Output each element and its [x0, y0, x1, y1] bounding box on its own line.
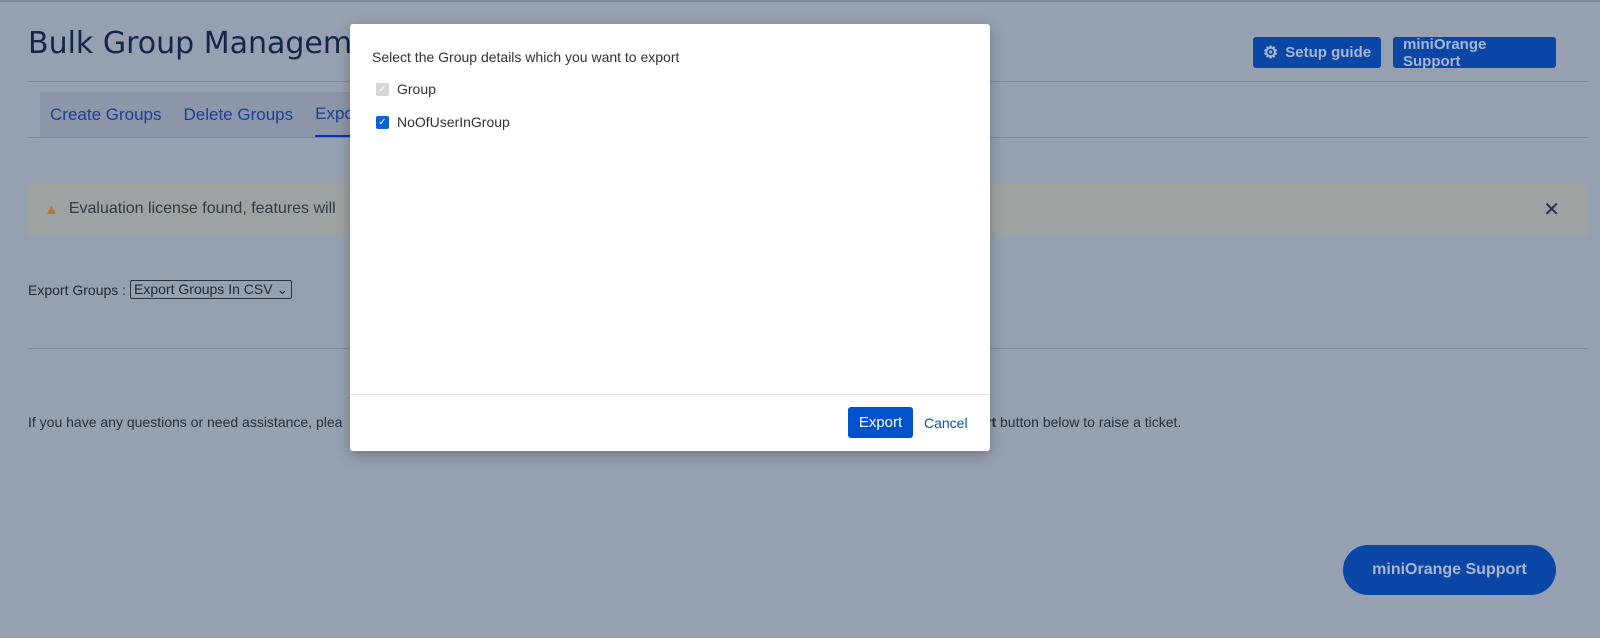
export-format-select[interactable]: Export Groups In CSV ⌄ — [130, 280, 293, 299]
warning-icon: ▲ — [44, 200, 59, 218]
option-no-of-user-in-group[interactable]: ✓ NoOfUserInGroup — [376, 114, 510, 130]
top-border — [0, 0, 1600, 2]
close-icon[interactable]: ✕ — [1543, 197, 1560, 222]
setup-guide-label: Setup guide — [1285, 44, 1372, 61]
tab-bar: Create Groups Delete Groups Expo — [40, 92, 360, 138]
tab-export-groups[interactable]: Expo — [315, 92, 354, 138]
alert-text: Evaluation license found, features will — [68, 200, 336, 217]
page-title: Bulk Group Managemen — [28, 26, 390, 61]
help-text: If you have any questions or need assist… — [28, 414, 343, 430]
chevron-down-icon: ⌄ — [276, 281, 289, 297]
export-dialog: Select the Group details which you want … — [350, 24, 990, 451]
setup-guide-button[interactable]: ⚙ Setup guide — [1253, 37, 1382, 68]
export-button[interactable]: Export — [848, 407, 913, 438]
tab-delete-groups[interactable]: Delete Groups — [184, 92, 294, 138]
option-label: NoOfUserInGroup — [397, 114, 510, 130]
gear-icon: ⚙ — [1263, 42, 1279, 62]
export-groups-label: Export Groups : — [28, 281, 127, 298]
support-button[interactable]: miniOrange Support — [1393, 36, 1556, 70]
dialog-title: Select the Group details which you want … — [372, 49, 680, 65]
cancel-button[interactable]: Cancel — [924, 415, 968, 431]
checkbox-checked-disabled[interactable]: ✓ — [376, 82, 389, 96]
export-format-value: Export Groups In CSV — [134, 281, 273, 297]
help-text-end: rt button below to raise a ticket. — [986, 414, 1181, 430]
checkbox-checked[interactable]: ✓ — [376, 115, 389, 129]
export-groups-row: Export Groups : Export Groups In CSV ⌄ — [28, 280, 293, 299]
floating-support-button[interactable]: miniOrange Support — [1343, 545, 1556, 595]
help-right: button below to raise a ticket. — [996, 414, 1182, 430]
dialog-footer-divider — [350, 394, 990, 395]
option-group[interactable]: ✓ Group — [376, 81, 436, 97]
option-label: Group — [397, 81, 436, 97]
tab-create-groups[interactable]: Create Groups — [50, 92, 162, 138]
